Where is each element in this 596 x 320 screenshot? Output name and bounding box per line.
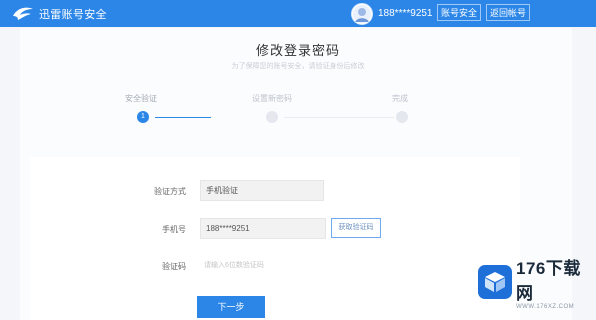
site-watermark: 176下载网 WWW.176XZ.COM	[478, 259, 590, 310]
step-dot-new-password	[266, 111, 278, 123]
code-input[interactable]: 请输入6位数验证码	[200, 255, 324, 276]
account-security-button[interactable]: 账号安全	[437, 4, 481, 21]
page-title: 修改登录密码	[255, 43, 340, 58]
back-to-account-button[interactable]: 返回帐号	[486, 4, 530, 21]
user-phone: 188****9251	[378, 8, 433, 19]
top-bar: 迅雷账号安全 188****9251 账号安全 返回帐号	[0, 0, 596, 27]
phone-field[interactable]: 188****9251	[200, 218, 326, 239]
step-progress-line	[155, 117, 211, 118]
step-dot-done	[396, 111, 408, 123]
verify-method-select[interactable]: 手机验证	[200, 180, 324, 201]
box-logo-icon	[478, 265, 512, 299]
avatar[interactable]	[351, 3, 373, 25]
method-label: 验证方式	[154, 187, 186, 196]
logo[interactable]: 迅雷账号安全	[12, 5, 107, 22]
watermark-sub-text: WWW.176XZ.COM	[516, 304, 575, 310]
code-label: 验证码	[162, 262, 186, 271]
logo-text: 迅雷账号安全	[39, 8, 107, 21]
watermark-main-text: 176下载网	[516, 259, 581, 303]
step-dot-verify: 1	[137, 111, 149, 123]
step-label-new-password: 设置新密码	[252, 94, 292, 103]
step-label-verify: 安全验证	[125, 94, 157, 103]
phone-label: 手机号	[162, 225, 186, 234]
avatar-image	[353, 5, 371, 23]
page-subtitle: 为了保障您的账号安全，请验证身份后修改	[231, 63, 365, 70]
next-step-button[interactable]: 下一步	[197, 296, 265, 318]
step-label-done: 完成	[392, 94, 408, 103]
xunlei-bird-icon	[13, 7, 33, 20]
get-code-button[interactable]: 获取验证码	[331, 218, 381, 238]
step-line-inactive	[284, 117, 394, 118]
